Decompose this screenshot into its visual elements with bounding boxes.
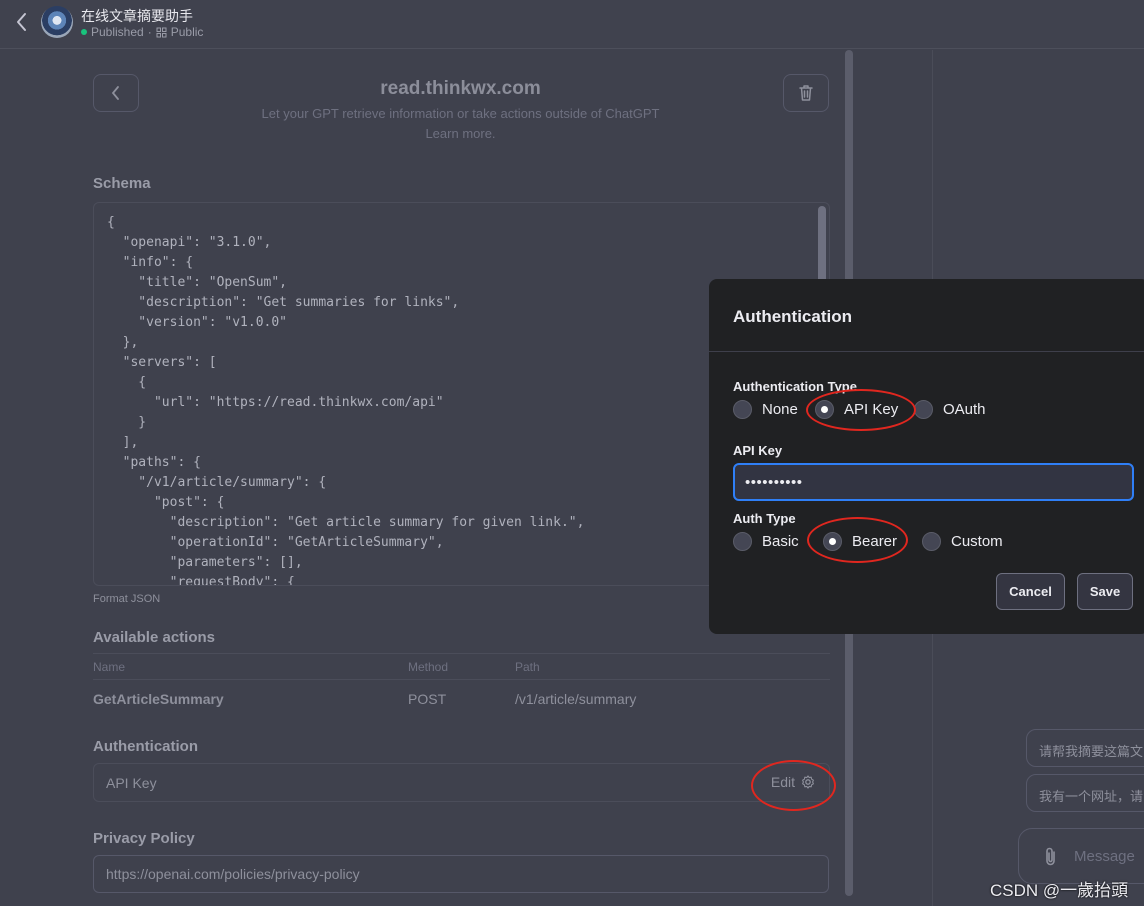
back-arrow-icon[interactable] bbox=[12, 11, 32, 33]
suggestion-chip[interactable]: 我有一个网址，请 bbox=[1026, 774, 1144, 812]
radio-oauth[interactable]: OAuth bbox=[914, 400, 986, 419]
column-header-method: Method bbox=[408, 660, 449, 674]
available-actions-label: Available actions bbox=[93, 629, 215, 646]
action-path-cell: /v1/article/summary bbox=[515, 691, 637, 707]
radio-basic[interactable]: Basic bbox=[733, 532, 799, 551]
radio-circle-none[interactable] bbox=[733, 400, 752, 419]
action-method-cell: POST bbox=[408, 691, 447, 707]
status-separator: · bbox=[147, 25, 152, 39]
radio-none[interactable]: None bbox=[733, 400, 798, 419]
table-divider bbox=[93, 653, 830, 654]
gpt-avatar bbox=[41, 6, 73, 38]
status-text: Published bbox=[91, 25, 144, 39]
schema-code[interactable]: { "openapi": "3.1.0", "info": { "title":… bbox=[107, 213, 584, 585]
table-divider bbox=[93, 679, 830, 680]
suggestion-chip[interactable]: 请帮我摘要这篇文 bbox=[1026, 729, 1144, 767]
column-header-path: Path bbox=[515, 660, 540, 674]
delete-action-button[interactable] bbox=[783, 74, 829, 112]
radio-api-key[interactable]: API Key bbox=[815, 400, 898, 419]
modal-title: Authentication bbox=[733, 307, 852, 326]
edit-authentication-button[interactable]: Edit bbox=[771, 774, 815, 790]
radio-label-api-key: API Key bbox=[844, 401, 899, 418]
composer-placeholder: Message bbox=[1074, 848, 1135, 865]
privacy-policy-input[interactable] bbox=[93, 855, 829, 893]
api-key-label: API Key bbox=[733, 443, 783, 458]
auth-type-label: Authentication Type bbox=[733, 379, 857, 394]
radio-circle-bearer[interactable] bbox=[823, 532, 842, 551]
top-bar: 在线文章摘要助手 Published · Public bbox=[0, 0, 1144, 49]
save-button[interactable]: Save bbox=[1077, 573, 1133, 610]
cancel-button[interactable]: Cancel bbox=[996, 573, 1065, 610]
radio-label-custom: Custom bbox=[951, 533, 1003, 550]
schema-label: Schema bbox=[93, 175, 151, 192]
trash-icon bbox=[799, 85, 813, 101]
gear-icon bbox=[802, 775, 814, 789]
radio-label-none: None bbox=[762, 401, 798, 418]
radio-label-basic: Basic bbox=[762, 533, 799, 550]
modal-divider bbox=[709, 351, 1144, 352]
publish-status: Published · Public bbox=[81, 25, 203, 39]
edit-label: Edit bbox=[770, 774, 795, 790]
format-json-link[interactable]: Format JSON bbox=[93, 593, 160, 605]
authentication-modal: Authentication Authentication Type None … bbox=[709, 279, 1144, 634]
privacy-policy-label: Privacy Policy bbox=[93, 830, 195, 847]
radio-label-oauth: OAuth bbox=[943, 401, 986, 418]
action-name-cell: GetArticleSummary bbox=[93, 691, 224, 707]
api-key-input[interactable] bbox=[733, 463, 1134, 501]
people-icon bbox=[156, 27, 167, 37]
radio-bearer[interactable]: Bearer bbox=[823, 532, 897, 551]
auth-subtype-label: Auth Type bbox=[733, 511, 796, 526]
gpt-title: 在线文章摘要助手 bbox=[81, 8, 193, 24]
published-dot-icon bbox=[81, 29, 87, 35]
radio-circle-custom[interactable] bbox=[922, 532, 941, 551]
learn-more-link[interactable]: Learn more. bbox=[0, 126, 921, 141]
radio-label-bearer: Bearer bbox=[852, 533, 898, 550]
visibility-text: Public bbox=[170, 25, 204, 39]
paperclip-icon[interactable] bbox=[1041, 846, 1061, 868]
watermark: CSDN @一歲抬頭 bbox=[990, 881, 1129, 900]
authentication-label: Authentication bbox=[93, 738, 198, 755]
radio-custom[interactable]: Custom bbox=[922, 532, 1003, 551]
authentication-field: API Key Edit bbox=[93, 763, 830, 802]
column-header-name: Name bbox=[93, 660, 126, 674]
radio-circle-basic[interactable] bbox=[733, 532, 752, 551]
radio-circle-api-key[interactable] bbox=[815, 400, 834, 419]
action-description: Let your GPT retrieve information or tak… bbox=[261, 106, 660, 121]
authentication-value: API Key bbox=[106, 775, 157, 791]
radio-circle-oauth[interactable] bbox=[914, 400, 933, 419]
